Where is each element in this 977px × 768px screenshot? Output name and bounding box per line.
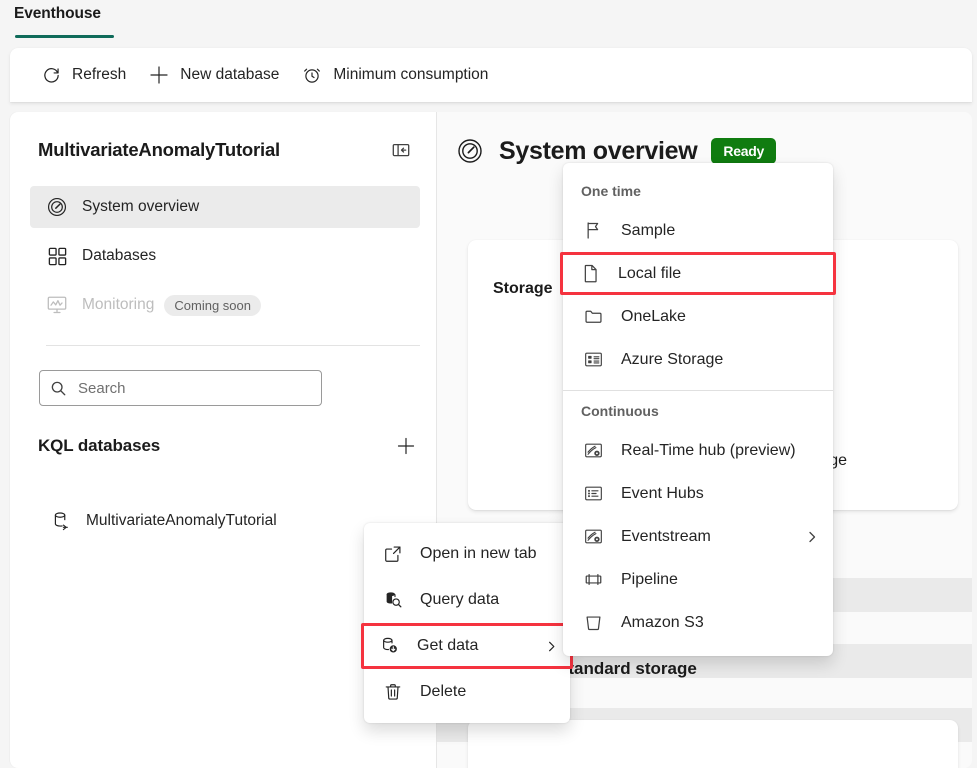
kql-databases-title: KQL databases [38, 436, 161, 455]
sidebar-item-monitoring: Monitoring Coming soon [30, 284, 420, 326]
minimum-consumption-label: Minimum consumption [333, 66, 489, 83]
sidebar-item-databases[interactable]: Databases [30, 235, 420, 277]
list-item[interactable]: MultivariateAnomalyTutorial [50, 504, 410, 538]
command-bar: Refresh New database Minimum consumption [10, 48, 972, 102]
submenu-item-label: Real-Time hub (preview) [621, 441, 796, 459]
search-input[interactable] [76, 378, 300, 398]
tab-active-underline [15, 35, 114, 38]
sidebar-divider [46, 345, 420, 346]
open-in-new-tab-icon [382, 543, 404, 565]
list-item-label: MultivariateAnomalyTutorial [86, 512, 277, 529]
menu-item-label: Delete [420, 683, 467, 700]
menu-item-open-in-new-tab[interactable]: Open in new tab [364, 531, 570, 577]
chevron-right-icon [544, 639, 558, 653]
submenu-item-label: Local file [618, 264, 682, 282]
submenu-item-label: Pipeline [621, 570, 678, 588]
pipeline-icon [581, 568, 605, 592]
menu-item-label: Open in new tab [420, 545, 537, 562]
flag-icon [581, 219, 605, 243]
plus-icon [148, 64, 170, 86]
submenu-item-event-hubs[interactable]: Event Hubs [563, 472, 833, 515]
event-hubs-icon [581, 482, 605, 506]
page-title: System overview Ready [455, 136, 776, 166]
submenu-item-pipeline[interactable]: Pipeline [563, 558, 833, 601]
storage-card-label: Storage [493, 280, 553, 297]
menu-item-get-data[interactable]: Get data [361, 623, 573, 669]
amazon-s3-icon [581, 611, 605, 635]
chevron-right-icon [805, 530, 819, 544]
submenu-item-azure-storage[interactable]: Azure Storage [563, 338, 833, 381]
submenu-divider [563, 390, 833, 391]
bottom-card [468, 720, 958, 768]
new-database-button[interactable]: New database [140, 58, 287, 92]
context-menu: Open in new tab Query data Get data Dele… [361, 523, 573, 723]
database-search-icon [382, 589, 404, 611]
collapse-panel-icon[interactable] [386, 135, 416, 165]
submenu-group-one-time-label: One time [581, 183, 641, 199]
submenu-item-real-time-hub[interactable]: Real-Time hub (preview) [563, 429, 833, 472]
submenu-item-amazon-s3[interactable]: Amazon S3 [563, 601, 833, 644]
folder-icon [581, 305, 605, 329]
menu-item-query-data[interactable]: Query data [364, 577, 570, 623]
kql-databases-header: KQL databases [38, 432, 420, 460]
monitor-chart-icon [46, 294, 68, 316]
tab-eventhouse[interactable]: Eventhouse [14, 5, 101, 30]
grid-squares-icon [46, 245, 68, 267]
menu-item-label: Get data [417, 637, 479, 654]
sidebar-header: MultivariateAnomalyTutorial [10, 134, 436, 166]
submenu-item-label: Eventstream [621, 527, 711, 545]
submenu-item-label: Sample [621, 221, 676, 239]
submenu-item-label: Event Hubs [621, 484, 704, 502]
page-title-text: System overview [499, 136, 698, 165]
search-box[interactable] [39, 370, 322, 406]
database-shortcut-icon [50, 510, 72, 532]
refresh-icon [40, 64, 62, 86]
sidebar-item-label: System overview [82, 198, 200, 215]
sidebar-item-label: Databases [82, 247, 157, 264]
sidebar-item-label: Monitoring [82, 296, 155, 313]
submenu-item-label: OneLake [621, 307, 686, 325]
realtime-hub-icon [581, 439, 605, 463]
submenu-group-continuous-label: Continuous [581, 403, 659, 419]
document-icon [578, 262, 602, 286]
submenu-item-label: Azure Storage [621, 350, 724, 368]
sidebar-item-system-overview[interactable]: System overview [30, 186, 420, 228]
trash-icon [382, 681, 404, 703]
new-database-label: New database [180, 66, 280, 83]
table-caption: Standard storage [557, 659, 697, 678]
submenu-item-eventstream[interactable]: Eventstream [563, 515, 833, 558]
status-badge: Ready [711, 137, 776, 165]
menu-item-delete[interactable]: Delete [364, 669, 570, 715]
refresh-label: Refresh [72, 66, 127, 83]
eventstream-icon [581, 525, 605, 549]
alarm-clock-icon [301, 64, 323, 86]
coming-soon-badge: Coming soon [164, 294, 261, 316]
gauge-icon [455, 136, 485, 166]
search-icon [50, 380, 67, 397]
submenu-item-local-file[interactable]: Local file [560, 252, 836, 295]
sidebar-title: MultivariateAnomalyTutorial [38, 139, 280, 160]
submenu-item-onelake[interactable]: OneLake [563, 295, 833, 338]
refresh-button[interactable]: Refresh [32, 58, 134, 92]
menu-item-label: Query data [420, 591, 500, 608]
database-download-icon [379, 635, 401, 657]
minimum-consumption-button[interactable]: Minimum consumption [293, 58, 496, 92]
azure-storage-icon [581, 348, 605, 372]
gauge-icon [46, 196, 68, 218]
submenu-item-label: Amazon S3 [621, 613, 704, 631]
submenu-item-sample[interactable]: Sample [563, 209, 833, 252]
get-data-submenu: One time Sample Local file OneLake Azure… [560, 163, 836, 656]
tab-strip: Eventhouse [0, 0, 977, 47]
add-kql-database-button[interactable] [392, 432, 420, 460]
